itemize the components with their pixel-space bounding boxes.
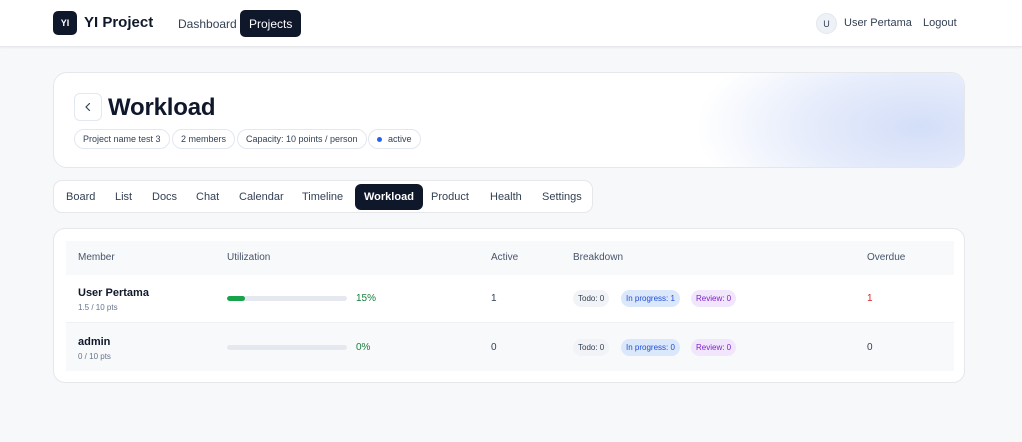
overdue-count: 0 <box>867 342 873 353</box>
tab-chat[interactable]: Chat <box>187 184 228 210</box>
active-count: 1 <box>491 293 497 304</box>
back-button[interactable] <box>74 93 102 121</box>
nav-dashboard-link[interactable]: Dashboard <box>169 10 246 37</box>
tab-settings[interactable]: Settings <box>533 184 591 210</box>
tab-health[interactable]: Health <box>481 184 531 210</box>
project-tabs: Board List Docs Chat Calendar Timeline W… <box>53 180 593 213</box>
table-row[interactable]: User Pertama 1.5 / 10 pts 15% 1 Todo: 0 … <box>66 275 954 323</box>
column-header-active: Active <box>491 252 519 263</box>
tab-board[interactable]: Board <box>57 184 104 210</box>
overdue-count: 1 <box>867 293 873 304</box>
members-pill: 2 members <box>172 129 236 149</box>
tab-docs[interactable]: Docs <box>143 184 186 210</box>
table-header: Member Utilization Active Breakdown Over… <box>66 241 954 275</box>
member-name: User Pertama <box>78 287 149 299</box>
utilization-percent: 0% <box>356 342 371 353</box>
in-progress-badge: In progress: 0 <box>621 339 680 356</box>
member-points: 1.5 / 10 pts <box>78 303 118 312</box>
table-row[interactable]: admin 0 / 10 pts 0% 0 Todo: 0 In progres… <box>66 323 954 371</box>
member-name: admin <box>78 336 111 348</box>
utilization-bar <box>227 296 347 301</box>
tab-workload[interactable]: Workload <box>355 184 423 210</box>
in-progress-badge: In progress: 1 <box>621 290 680 307</box>
top-navigation-bar: YI YI Project Dashboard Projects U User … <box>0 0 1022 47</box>
tab-calendar[interactable]: Calendar <box>230 184 293 210</box>
capacity-pill: Capacity: 10 points / person <box>237 129 367 149</box>
project-name-pill: Project name test 3 <box>74 129 170 149</box>
column-header-utilization: Utilization <box>227 252 271 263</box>
utilization-bar <box>227 345 347 350</box>
status-dot-icon <box>377 136 382 142</box>
todo-badge: Todo: 0 <box>573 339 610 356</box>
review-badge: Review: 0 <box>691 290 737 307</box>
page-header-card: Workload Project name test 3 2 members C… <box>53 72 965 168</box>
page-title: Workload <box>108 94 216 121</box>
tab-product[interactable]: Product <box>422 184 478 210</box>
utilization-percent: 15% <box>356 293 377 304</box>
tab-list[interactable]: List <box>106 184 141 210</box>
status-label: active <box>388 134 412 144</box>
user-name[interactable]: User Pertama <box>844 17 912 29</box>
chevron-left-icon <box>85 102 91 112</box>
todo-badge: Todo: 0 <box>573 290 610 307</box>
logout-link[interactable]: Logout <box>923 17 957 29</box>
utilization-bar-fill <box>227 296 245 301</box>
tab-timeline[interactable]: Timeline <box>293 184 352 210</box>
column-header-member: Member <box>78 252 115 263</box>
column-header-breakdown: Breakdown <box>573 252 624 263</box>
column-header-overdue: Overdue <box>867 252 906 263</box>
review-badge: Review: 0 <box>691 339 737 356</box>
active-count: 0 <box>491 342 497 353</box>
header-decoration <box>694 73 964 167</box>
brand-name[interactable]: YI Project <box>84 14 153 31</box>
status-pill: active <box>368 129 421 149</box>
nav-projects-link[interactable]: Projects <box>240 10 302 37</box>
member-points: 0 / 10 pts <box>78 352 111 361</box>
brand-logo[interactable]: YI <box>53 11 77 35</box>
user-avatar[interactable]: U <box>816 13 837 34</box>
workload-table-card: Member Utilization Active Breakdown Over… <box>53 228 965 383</box>
